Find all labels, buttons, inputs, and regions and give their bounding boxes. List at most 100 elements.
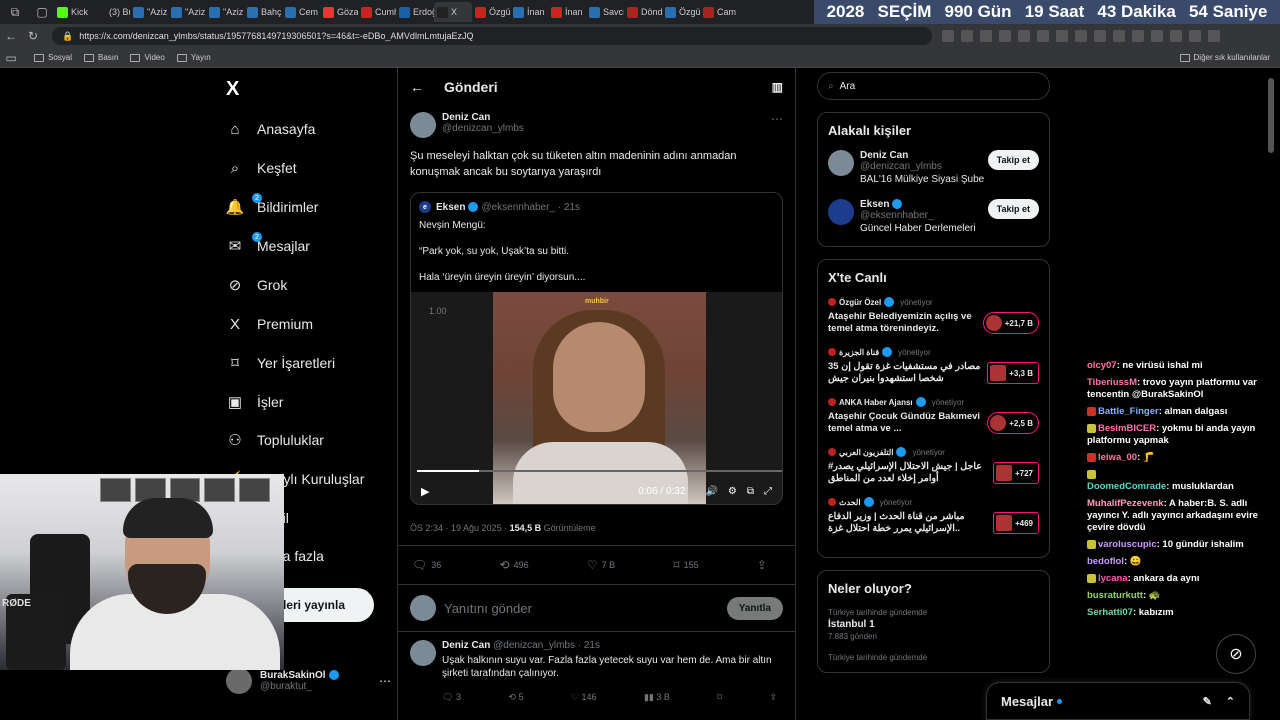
video-player[interactable]: 1.00 muhbir ▶ 0:06 / 0:32 🔊 ⚙ ⧉ ⤢ <box>411 292 782 504</box>
fullscreen-icon[interactable]: ⤢ <box>764 486 772 497</box>
browser-tab[interactable]: Gözal <box>320 2 358 22</box>
extension-icon[interactable] <box>1151 30 1163 42</box>
extension-icon[interactable] <box>942 30 954 42</box>
refresh-icon[interactable]: ↻ <box>22 29 44 43</box>
live-item[interactable]: التلفزيون العربي yönetiyor #عاجل | جيش الا… <box>828 447 1039 485</box>
live-listener-count[interactable]: +2,5 B <box>987 412 1039 434</box>
browser-tab[interactable]: Cam <box>700 2 738 22</box>
like-button[interactable]: ♡ 7 B <box>587 558 615 572</box>
live-item[interactable]: قناة الجزيرة yönetiyor مصادر في مستشفيات غ… <box>828 347 1039 385</box>
author-handle[interactable]: @denizcan_ylmbs <box>442 123 524 134</box>
reply-handle[interactable]: @denizcan_ylmbs · 21s <box>493 640 600 651</box>
nav-item-keşfet[interactable]: ⌕ Keşfet <box>226 156 297 180</box>
author-name[interactable]: Deniz Can <box>442 112 524 123</box>
browser-tab[interactable]: "Aziz <box>130 2 168 22</box>
extension-icon[interactable] <box>1189 30 1201 42</box>
nav-item-grok[interactable]: ⊘ Grok <box>226 273 288 297</box>
more-icon[interactable]: ⋯ <box>379 674 391 688</box>
compose-message-icon[interactable]: ✎ <box>1203 695 1212 708</box>
follow-button[interactable]: Takip et <box>987 199 1039 219</box>
account-switcher[interactable]: BurakSakinOl @buraktut_ ⋯ <box>226 668 391 694</box>
extension-icon[interactable] <box>1132 30 1144 42</box>
messages-drawer[interactable]: Mesajlar ✎ ⌃ <box>986 682 1250 720</box>
more-options-icon[interactable]: ⋯ <box>771 112 783 126</box>
volume-icon[interactable]: 🔊 <box>705 486 717 497</box>
trend-item[interactable]: Türkiye tarihinde gündemde İstanbul 1 7.… <box>828 608 1039 641</box>
browser-tab[interactable]: Özgü <box>662 2 700 22</box>
avatar[interactable] <box>410 112 436 138</box>
workspaces-icon[interactable]: ⧉ <box>6 3 24 21</box>
back-icon[interactable]: ← <box>0 29 22 43</box>
browser-tab[interactable]: Cem <box>282 2 320 22</box>
browser-tab[interactable]: Cumh <box>358 2 396 22</box>
live-item[interactable]: ANKA Haber Ajansı yönetiyor Ataşehir Çocuk… <box>828 397 1039 435</box>
extension-icon[interactable] <box>1170 30 1182 42</box>
page-scrollbar[interactable] <box>1268 78 1274 153</box>
url-field[interactable]: 🔒 https://x.com/denizcan_ylmbs/status/195… <box>52 27 932 45</box>
reply-tweet[interactable]: Deniz Can @denizcan_ylmbs · 21s Uşak hal… <box>398 632 795 711</box>
tab-actions-icon[interactable]: ▢ <box>33 3 51 21</box>
browser-tab[interactable]: Savcı <box>586 2 624 22</box>
bookmark-button[interactable]: ⌑ 155 <box>673 558 698 572</box>
bookmark-folder[interactable]: Yayın <box>176 53 211 62</box>
extension-icon[interactable] <box>1018 30 1030 42</box>
extension-icon[interactable] <box>999 30 1011 42</box>
reply-repost-button[interactable]: ⟲ 5 <box>508 692 523 703</box>
reply-views[interactable]: ▮▮ 3 B <box>644 692 670 703</box>
browser-tab[interactable]: (3) Bu <box>92 2 130 22</box>
live-listener-count[interactable]: +727 <box>992 462 1039 484</box>
reading-list-icon[interactable]: ▭ <box>0 51 22 65</box>
live-listener-count[interactable]: +21,7 B <box>982 312 1039 334</box>
browser-tab[interactable]: Özgü <box>472 2 510 22</box>
reply-input[interactable]: Yanıtını gönder <box>444 601 532 616</box>
trend-item[interactable]: Türkiye tarihinde gündemde <box>828 653 1039 662</box>
browser-tab[interactable]: Bahçı <box>244 2 282 22</box>
search-input[interactable]: ⌕ Ara <box>817 72 1050 100</box>
quoted-tweet[interactable]: e Eksen @eksennhaber_ · 21s Nevşin Mengü… <box>410 192 783 505</box>
picture-in-picture-icon[interactable]: ⧉ <box>747 486 754 497</box>
nav-item-bildirimler[interactable]: 🔔 2 Bildirimler <box>226 193 318 219</box>
follow-button[interactable]: Takip et <box>987 150 1039 170</box>
extension-icon[interactable] <box>1037 30 1049 42</box>
reply-author-name[interactable]: Deniz Can <box>442 640 490 651</box>
browser-tab[interactable]: İnan <box>548 2 586 22</box>
other-bookmarks[interactable]: Diğer sık kullanılanlar <box>1179 53 1270 62</box>
tweet-timestamp[interactable]: ÖS 2:34 · 19 Ağu 2025 · <box>410 523 510 533</box>
extension-icon[interactable] <box>1208 30 1220 42</box>
grok-icon[interactable]: ⊘ <box>1216 634 1256 674</box>
x-logo-icon[interactable]: X <box>226 78 239 101</box>
video-progress-bar[interactable] <box>417 470 782 472</box>
live-listener-count[interactable]: +469 <box>992 512 1039 534</box>
extension-icon[interactable] <box>1075 30 1087 42</box>
browser-tab[interactable]: Döndi <box>624 2 662 22</box>
person-card[interactable]: Eksen @eksennhaber_ Güncel Haber Derleme… <box>828 199 1039 234</box>
extension-icon[interactable] <box>961 30 973 42</box>
browser-tab[interactable]: "Aziz <box>206 2 244 22</box>
extension-icon[interactable] <box>1113 30 1125 42</box>
browser-tab[interactable]: "Aziz <box>168 2 206 22</box>
settings-gear-icon[interactable]: ⚙ <box>728 486 737 497</box>
reply-reply-button[interactable]: 🗨 3 <box>442 692 461 703</box>
bookmark-folder[interactable]: Basın <box>84 53 118 62</box>
share-button[interactable]: ⇪ <box>757 558 771 572</box>
live-listener-count[interactable]: +3,3 B <box>987 362 1039 384</box>
reply-button[interactable]: 🗨 36 <box>412 558 441 572</box>
browser-tab[interactable]: İnan <box>510 2 548 22</box>
reply-bookmark-icon[interactable]: ⌑ <box>717 692 722 703</box>
expand-up-icon[interactable]: ⌃ <box>1226 695 1235 708</box>
reply-submit-button[interactable]: Yanıtla <box>726 596 783 620</box>
play-icon[interactable]: ▶ <box>421 485 429 498</box>
browser-tab[interactable]: X <box>434 2 472 22</box>
back-arrow-icon[interactable]: ← <box>410 79 424 95</box>
repost-button[interactable]: ⟲ 496 <box>500 558 529 572</box>
person-card[interactable]: Deniz Can @denizcan_ylmbs BAL'16 Mülkiye… <box>828 150 1039 185</box>
nav-item-anasayfa[interactable]: ⌂ Anasayfa <box>226 117 315 141</box>
nav-item-premium[interactable]: X Premium <box>226 312 313 336</box>
bookmark-folder[interactable]: Video <box>130 53 165 62</box>
browser-tab[interactable]: Erdoğ <box>396 2 434 22</box>
nav-item-mesajlar[interactable]: ✉ 2 Mesajlar <box>226 232 310 258</box>
reply-share-icon[interactable]: ⇪ <box>769 692 777 703</box>
browser-tab[interactable]: Kick <box>54 2 92 22</box>
extension-icon[interactable] <box>1094 30 1106 42</box>
extension-icon[interactable] <box>1056 30 1068 42</box>
